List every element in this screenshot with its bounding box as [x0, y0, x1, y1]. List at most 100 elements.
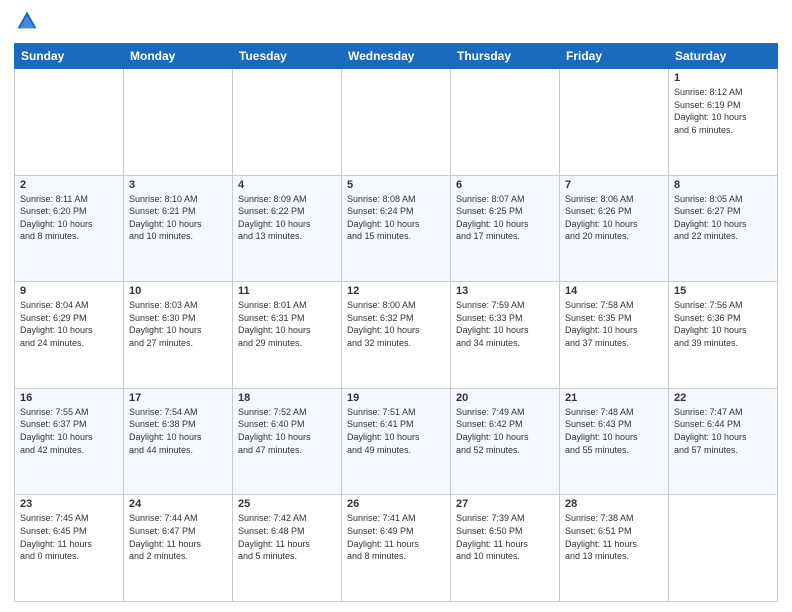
- day-info: Sunrise: 7:58 AM Sunset: 6:35 PM Dayligh…: [565, 299, 663, 349]
- weekday-friday: Friday: [560, 44, 669, 69]
- calendar-cell: 23Sunrise: 7:45 AM Sunset: 6:45 PM Dayli…: [15, 495, 124, 602]
- day-number: 26: [347, 498, 445, 510]
- day-info: Sunrise: 8:12 AM Sunset: 6:19 PM Dayligh…: [674, 86, 772, 136]
- day-number: 12: [347, 285, 445, 297]
- day-info: Sunrise: 7:56 AM Sunset: 6:36 PM Dayligh…: [674, 299, 772, 349]
- calendar-cell: 24 Sunrise: 7:44 AM Sunset: 6:47 PM Dayli…: [124, 495, 233, 602]
- day-number: 21: [565, 392, 663, 404]
- day-number: 17: [129, 392, 227, 404]
- day-info: Sunrise: 8:00 AM Sunset: 6:32 PM Dayligh…: [347, 299, 445, 349]
- logo: [14, 10, 42, 37]
- calendar-cell: 8 Sunrise: 8:05 AM Sunset: 6:27 PM Daylig…: [669, 175, 778, 282]
- calendar-cell: 27 Sunrise: 7:39 AM Sunset: 6:50 PM Dayli…: [451, 495, 560, 602]
- day-info: Sunrise: 8:04 AM Sunset: 6:29 PM Dayligh…: [20, 299, 118, 349]
- day-info: Sunrise: 7:52 AM Sunset: 6:40 PM Dayligh…: [238, 406, 336, 456]
- calendar-cell: 16 Sunrise: 7:55 AM Sunset: 6:37 PM Dayli…: [15, 388, 124, 495]
- day-info: Sunrise: 8:06 AM Sunset: 6:26 PM Dayligh…: [565, 193, 663, 243]
- calendar-cell: 5 Sunrise: 8:08 AM Sunset: 6:24 PM Daylig…: [342, 175, 451, 282]
- day-number: 6: [456, 179, 554, 191]
- day-number: 19: [347, 392, 445, 404]
- weekday-saturday: Saturday: [669, 44, 778, 69]
- calendar-cell: 2 Sunrise: 8:11 AM Sunset: 6:20 PM Daylig…: [15, 175, 124, 282]
- calendar-cell: 25 Sunrise: 7:42 AM Sunset: 6:48 PM Dayli…: [233, 495, 342, 602]
- calendar-cell: 6 Sunrise: 8:07 AM Sunset: 6:25 PM Daylig…: [451, 175, 560, 282]
- week-row-1: 1 Sunrise: 8:12 AM Sunset: 6:19 PM Daylig…: [15, 69, 778, 176]
- calendar-cell: [342, 69, 451, 176]
- day-number: 9: [20, 285, 118, 297]
- weekday-header-row: SundayMondayTuesdayWednesdayThursdayFrid…: [15, 44, 778, 69]
- calendar-cell: 4 Sunrise: 8:09 AM Sunset: 6:22 PM Daylig…: [233, 175, 342, 282]
- day-info: Sunrise: 7:42 AM Sunset: 6:48 PM Dayligh…: [238, 512, 336, 562]
- day-number: 28: [565, 498, 663, 510]
- calendar-cell: [233, 69, 342, 176]
- day-info: Sunrise: 7:41 AM Sunset: 6:49 PM Dayligh…: [347, 512, 445, 562]
- calendar-cell: 11 Sunrise: 8:01 AM Sunset: 6:31 PM Dayli…: [233, 282, 342, 389]
- day-number: 16: [20, 392, 118, 404]
- calendar-cell: 13 Sunrise: 7:59 AM Sunset: 6:33 PM Dayli…: [451, 282, 560, 389]
- day-number: 15: [674, 285, 772, 297]
- day-info: Sunrise: 7:39 AM Sunset: 6:50 PM Dayligh…: [456, 512, 554, 562]
- calendar-cell: 14Sunrise: 7:58 AM Sunset: 6:35 PM Dayli…: [560, 282, 669, 389]
- calendar-cell: 9 Sunrise: 8:04 AM Sunset: 6:29 PM Daylig…: [15, 282, 124, 389]
- day-number: 27: [456, 498, 554, 510]
- day-info: Sunrise: 7:59 AM Sunset: 6:33 PM Dayligh…: [456, 299, 554, 349]
- week-row-5: 23Sunrise: 7:45 AM Sunset: 6:45 PM Dayli…: [15, 495, 778, 602]
- day-number: 7: [565, 179, 663, 191]
- day-info: Sunrise: 7:44 AM Sunset: 6:47 PM Dayligh…: [129, 512, 227, 562]
- calendar-cell: [451, 69, 560, 176]
- day-number: 22: [674, 392, 772, 404]
- day-number: 8: [674, 179, 772, 191]
- page: SundayMondayTuesdayWednesdayThursdayFrid…: [0, 0, 792, 612]
- calendar-cell: 19 Sunrise: 7:51 AM Sunset: 6:41 PM Dayli…: [342, 388, 451, 495]
- day-number: 25: [238, 498, 336, 510]
- calendar-cell: 28 Sunrise: 7:38 AM Sunset: 6:51 PM Dayli…: [560, 495, 669, 602]
- day-info: Sunrise: 8:03 AM Sunset: 6:30 PM Dayligh…: [129, 299, 227, 349]
- day-info: Sunrise: 7:49 AM Sunset: 6:42 PM Dayligh…: [456, 406, 554, 456]
- day-number: 11: [238, 285, 336, 297]
- day-info: Sunrise: 7:51 AM Sunset: 6:41 PM Dayligh…: [347, 406, 445, 456]
- day-number: 3: [129, 179, 227, 191]
- day-info: Sunrise: 7:47 AM Sunset: 6:44 PM Dayligh…: [674, 406, 772, 456]
- day-info: Sunrise: 8:01 AM Sunset: 6:31 PM Dayligh…: [238, 299, 336, 349]
- day-info: Sunrise: 7:54 AM Sunset: 6:38 PM Dayligh…: [129, 406, 227, 456]
- header: [14, 10, 778, 37]
- day-number: 20: [456, 392, 554, 404]
- calendar-cell: [15, 69, 124, 176]
- day-info: Sunrise: 8:09 AM Sunset: 6:22 PM Dayligh…: [238, 193, 336, 243]
- calendar-cell: 12 Sunrise: 8:00 AM Sunset: 6:32 PM Dayli…: [342, 282, 451, 389]
- calendar-cell: 3 Sunrise: 8:10 AM Sunset: 6:21 PM Daylig…: [124, 175, 233, 282]
- calendar-cell: 1 Sunrise: 8:12 AM Sunset: 6:19 PM Daylig…: [669, 69, 778, 176]
- day-number: 5: [347, 179, 445, 191]
- day-number: 24: [129, 498, 227, 510]
- weekday-thursday: Thursday: [451, 44, 560, 69]
- calendar-cell: 7 Sunrise: 8:06 AM Sunset: 6:26 PM Daylig…: [560, 175, 669, 282]
- calendar-cell: 17 Sunrise: 7:54 AM Sunset: 6:38 PM Dayli…: [124, 388, 233, 495]
- weekday-monday: Monday: [124, 44, 233, 69]
- day-number: 2: [20, 179, 118, 191]
- day-number: 13: [456, 285, 554, 297]
- day-number: 18: [238, 392, 336, 404]
- calendar-cell: 22 Sunrise: 7:47 AM Sunset: 6:44 PM Dayli…: [669, 388, 778, 495]
- day-number: 1: [674, 72, 772, 84]
- weekday-wednesday: Wednesday: [342, 44, 451, 69]
- calendar-cell: 21 Sunrise: 7:48 AM Sunset: 6:43 PM Dayli…: [560, 388, 669, 495]
- weekday-sunday: Sunday: [15, 44, 124, 69]
- day-info: Sunrise: 8:10 AM Sunset: 6:21 PM Dayligh…: [129, 193, 227, 243]
- calendar-table: SundayMondayTuesdayWednesdayThursdayFrid…: [14, 43, 778, 602]
- day-info: Sunrise: 8:07 AM Sunset: 6:25 PM Dayligh…: [456, 193, 554, 243]
- logo-icon: [16, 10, 38, 32]
- day-info: Sunrise: 7:38 AM Sunset: 6:51 PM Dayligh…: [565, 512, 663, 562]
- day-info: Sunrise: 7:48 AM Sunset: 6:43 PM Dayligh…: [565, 406, 663, 456]
- day-number: 10: [129, 285, 227, 297]
- week-row-3: 9 Sunrise: 8:04 AM Sunset: 6:29 PM Daylig…: [15, 282, 778, 389]
- day-info: Sunrise: 8:05 AM Sunset: 6:27 PM Dayligh…: [674, 193, 772, 243]
- day-number: 23: [20, 498, 118, 510]
- calendar-cell: [669, 495, 778, 602]
- calendar-cell: 26 Sunrise: 7:41 AM Sunset: 6:49 PM Dayli…: [342, 495, 451, 602]
- calendar-cell: 15 Sunrise: 7:56 AM Sunset: 6:36 PM Dayli…: [669, 282, 778, 389]
- day-info: Sunrise: 8:08 AM Sunset: 6:24 PM Dayligh…: [347, 193, 445, 243]
- day-info: Sunrise: 8:11 AM Sunset: 6:20 PM Dayligh…: [20, 193, 118, 243]
- day-info: Sunrise: 7:55 AM Sunset: 6:37 PM Dayligh…: [20, 406, 118, 456]
- week-row-2: 2 Sunrise: 8:11 AM Sunset: 6:20 PM Daylig…: [15, 175, 778, 282]
- day-number: 4: [238, 179, 336, 191]
